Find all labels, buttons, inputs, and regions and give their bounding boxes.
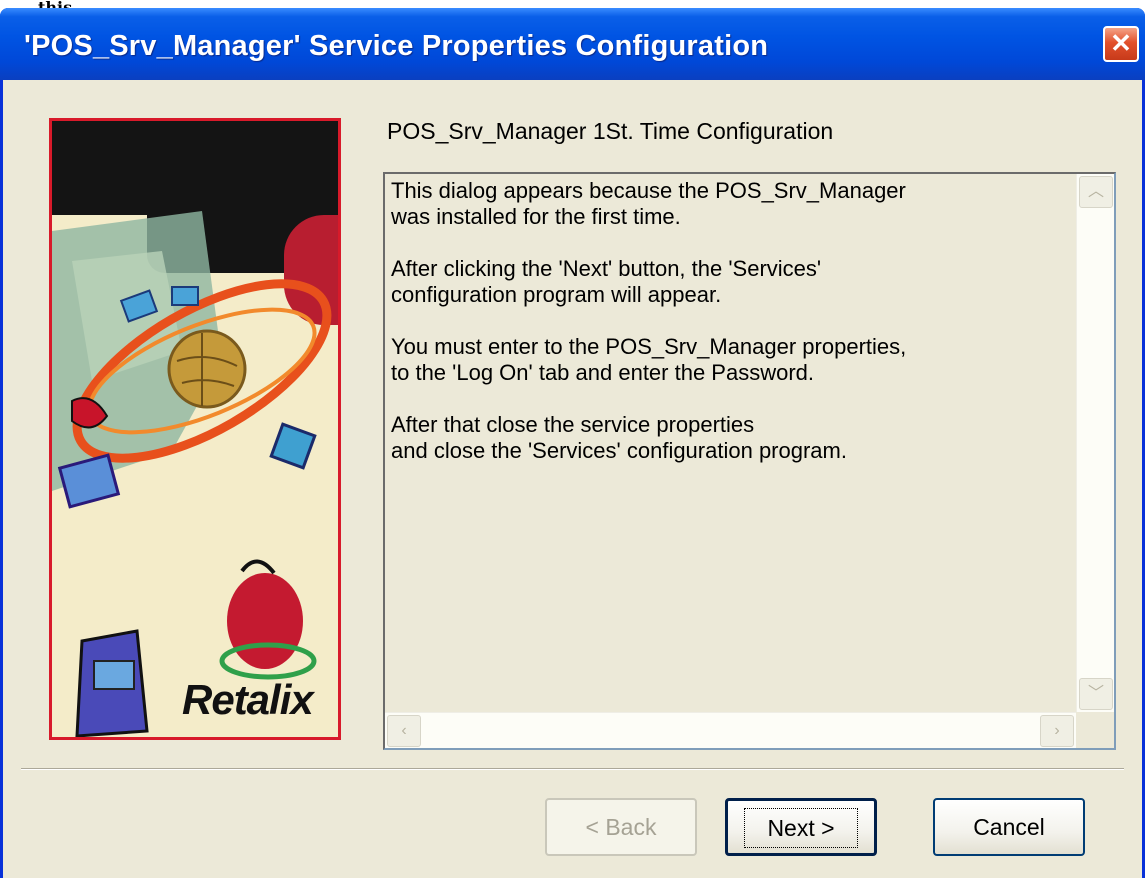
next-button-label: Next > <box>744 808 858 848</box>
banner-illustration <box>52 211 332 737</box>
scroll-right-button[interactable]: › <box>1040 715 1074 747</box>
button-separator <box>21 768 1124 770</box>
background-text: this. <box>0 0 1145 8</box>
horizontal-scrollbar[interactable]: ‹ › <box>385 712 1076 748</box>
window-title: 'POS_Srv_Manager' Service Properties Con… <box>24 30 769 62</box>
chevron-down-icon: ﹀ <box>1087 685 1104 702</box>
next-button[interactable]: Next > <box>725 798 877 856</box>
wizard-heading: POS_Srv_Manager 1St. Time Configuration <box>387 118 834 144</box>
message-paragraph: After clicking the 'Next' button, the 'S… <box>391 256 822 307</box>
scroll-down-button[interactable]: ﹀ <box>1079 678 1113 710</box>
brand-logo-text: Retalix <box>182 676 314 723</box>
message-paragraph: This dialog appears because the POS_Srv_… <box>391 178 906 229</box>
back-button[interactable]: < Back <box>545 798 697 856</box>
close-button[interactable]: ✕ <box>1103 26 1139 62</box>
scroll-left-button[interactable]: ‹ <box>387 715 421 747</box>
title-bar[interactable]: 'POS_Srv_Manager' Service Properties Con… <box>0 8 1145 80</box>
chevron-left-icon: ‹ <box>401 722 407 739</box>
message-paragraph: After that close the service properties … <box>391 412 847 463</box>
dialog-window: 'POS_Srv_Manager' Service Properties Con… <box>0 8 1145 878</box>
chevron-up-icon: ︿ <box>1087 183 1104 200</box>
scroll-up-button[interactable]: ︿ <box>1079 176 1113 208</box>
wizard-banner-image: Retalix <box>49 118 341 740</box>
chevron-right-icon: › <box>1054 722 1060 739</box>
message-paragraph: You must enter to the POS_Srv_Manager pr… <box>391 334 907 385</box>
dialog-client-area: Retalix POS_Srv_Manager 1St. Time Config… <box>3 80 1142 878</box>
scrollbar-corner <box>1076 712 1114 748</box>
message-text: This dialog appears because the POS_Srv_… <box>389 178 1074 712</box>
vertical-scrollbar[interactable]: ︿ ﹀ <box>1076 174 1114 712</box>
message-text-box[interactable]: This dialog appears because the POS_Srv_… <box>383 172 1116 750</box>
close-icon: ✕ <box>1110 28 1132 58</box>
cancel-button[interactable]: Cancel <box>933 798 1085 856</box>
